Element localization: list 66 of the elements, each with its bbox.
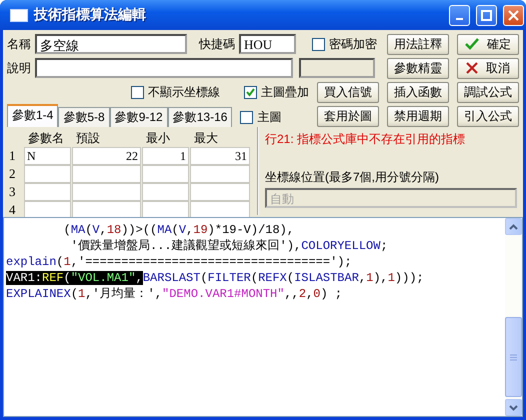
checkbox-label: 密碼加密 — [329, 36, 377, 52]
checkbox-label: 主圖 — [257, 108, 282, 126]
tab[interactable]: 參數9-12 — [110, 107, 168, 127]
column-header: 最小 — [145, 130, 171, 146]
window-title: 技術指標算法編輯 — [34, 6, 147, 24]
checkbox-label: 主圖疊加 — [261, 84, 309, 100]
minimize-icon — [456, 18, 463, 20]
chevron-up-icon — [509, 224, 518, 230]
maximize-icon — [481, 10, 492, 20]
tab[interactable]: 參數1-4 — [7, 104, 58, 127]
scroll-down-button[interactable] — [505, 399, 522, 416]
checkbox[interactable] — [131, 86, 144, 98]
window-icon — [10, 8, 28, 22]
dialog-button[interactable]: 插入函數 — [387, 82, 449, 102]
name-field[interactable]: 多空線 — [35, 34, 187, 54]
tab[interactable]: 參數13-16 — [168, 107, 232, 127]
parameter-cell[interactable] — [72, 183, 141, 201]
parameter-cell[interactable] — [190, 183, 250, 201]
column-header: 最大 — [193, 130, 219, 146]
checkbox-label: 不顯示坐標線 — [148, 84, 220, 100]
name-label: 名稱 — [7, 36, 31, 52]
parameter-cell[interactable]: 22 — [72, 147, 141, 165]
grip-icon — [510, 354, 517, 360]
dialog-button[interactable]: 參數精靈 — [387, 58, 449, 78]
dialog-button[interactable]: 買入信號 — [317, 82, 379, 102]
row-number: 2 — [9, 166, 16, 182]
dialog-button[interactable]: 確定 — [457, 34, 519, 54]
parameter-cell[interactable]: 1 — [142, 147, 189, 165]
parameter-cell[interactable] — [190, 165, 250, 183]
close-icon — [508, 10, 519, 20]
dialog-button[interactable]: 調試公式 — [457, 82, 519, 102]
axis-position-label: 坐標線位置(最多7個,用分號分隔) — [265, 169, 440, 186]
dialog-button[interactable]: 用法註釋 — [387, 34, 449, 54]
close-button[interactable] — [503, 4, 524, 26]
checkbox[interactable] — [244, 86, 257, 98]
checkbox[interactable] — [312, 38, 325, 50]
scroll-up-button[interactable] — [505, 218, 522, 235]
tab[interactable]: 參數5-8 — [58, 107, 110, 127]
parameter-cell[interactable] — [142, 165, 189, 183]
row-number: 3 — [9, 184, 16, 200]
column-header: 參數名 — [27, 130, 65, 146]
checkmark-icon — [465, 38, 479, 50]
dialog-button[interactable]: 套用於圖 — [317, 106, 379, 126]
parameter-cell[interactable]: 31 — [190, 147, 250, 165]
dialog-button[interactable]: 禁用週期 — [387, 106, 449, 126]
column-header: 預設 — [75, 130, 101, 146]
error-message: 行21: 指標公式庫中不存在引用的指標 — [265, 131, 466, 148]
hotkey-label: 快捷碼 — [199, 36, 235, 52]
row-number: 4 — [9, 202, 16, 218]
chevron-down-icon — [509, 404, 518, 410]
dialog-button[interactable]: 引入公式 — [457, 106, 519, 126]
dialog-button[interactable]: 取消 — [457, 58, 519, 78]
parameter-cell[interactable] — [72, 165, 141, 183]
scrollbar-thumb[interactable] — [505, 317, 522, 397]
row-number: 1 — [9, 148, 16, 164]
checkbox[interactable] — [240, 110, 254, 124]
parameter-cell[interactable] — [24, 165, 71, 183]
parameter-cell[interactable] — [24, 183, 71, 201]
parameter-cell[interactable]: N — [24, 147, 71, 165]
cross-icon — [466, 62, 478, 74]
maximize-button[interactable] — [476, 4, 497, 26]
parameter-cell[interactable] — [142, 183, 189, 201]
minimize-button[interactable] — [449, 4, 470, 26]
hotkey-field[interactable]: HOU — [239, 34, 296, 54]
description-field[interactable] — [35, 58, 293, 78]
description-label: 說明 — [7, 60, 31, 76]
